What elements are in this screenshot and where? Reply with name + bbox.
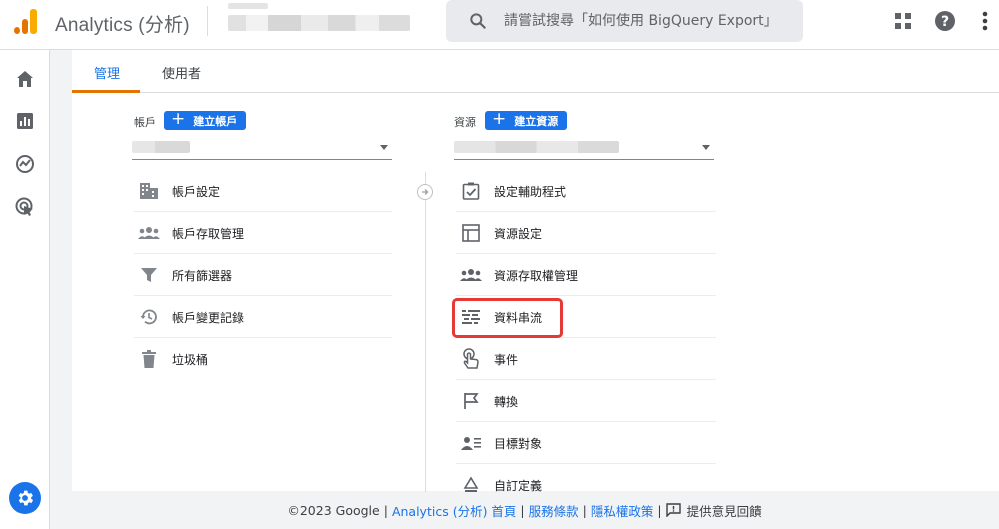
search-bar[interactable]: [446, 0, 803, 42]
property-name-redacted: [454, 141, 619, 153]
menu-item-label: 帳戶變更記錄: [172, 311, 245, 325]
feedback-button[interactable]: 提供意見回饋: [665, 501, 762, 520]
trash-icon: [138, 348, 160, 370]
people-icon: [138, 222, 160, 244]
feedback-label: 提供意見回饋: [686, 503, 762, 519]
filter-icon: [138, 264, 160, 286]
menu-item-label: 設定輔助程式: [494, 185, 567, 199]
feedback-icon: [665, 503, 681, 517]
explore-icon[interactable]: [14, 153, 36, 175]
search-icon: [470, 13, 486, 29]
menu-item-setup-assistant[interactable]: 設定輔助程式: [456, 170, 716, 212]
footer: ©2023 Google | Analytics (分析) 首頁 | 服務條款 …: [287, 501, 762, 520]
plus-icon: +: [171, 109, 186, 129]
menu-item-account-settings[interactable]: 帳戶設定: [134, 170, 392, 212]
admin-gear-button[interactable]: [9, 482, 41, 514]
help-icon[interactable]: ?: [934, 10, 956, 32]
menu-item-label: 目標對象: [494, 437, 543, 451]
checklist-icon: [460, 180, 482, 202]
plus-icon: +: [492, 109, 507, 129]
tab-admin[interactable]: 管理: [94, 63, 120, 82]
menu-item-label: 所有篩選器: [172, 269, 233, 283]
create-property-label: 建立資源: [514, 114, 559, 128]
more-vert-icon[interactable]: [974, 10, 996, 32]
property-picker-redacted[interactable]: [228, 15, 410, 31]
account-column-label: 帳戶: [134, 116, 156, 129]
gear-icon: [18, 490, 34, 506]
menu-item-conversions[interactable]: 轉換: [456, 380, 716, 422]
left-nav-rail: [0, 50, 50, 529]
reports-icon[interactable]: [14, 110, 36, 132]
menu-item-account-change-history[interactable]: 帳戶變更記錄: [134, 296, 392, 338]
menu-item-events[interactable]: 事件: [456, 338, 716, 380]
top-app-bar: Analytics (分析) ?: [0, 0, 999, 50]
account-select[interactable]: [132, 136, 392, 160]
menu-item-label: 帳戶設定: [172, 185, 221, 199]
app-title: Analytics (分析): [55, 15, 190, 36]
menu-item-property-access[interactable]: 資源存取權管理: [456, 254, 716, 296]
column-divider: [425, 172, 426, 492]
menu-item-label: 事件: [494, 353, 519, 367]
menu-item-label: 資源存取權管理: [494, 269, 579, 283]
touch-icon: [460, 348, 482, 370]
menu-item-all-filters[interactable]: 所有篩選器: [134, 254, 392, 296]
active-tab-indicator: [72, 90, 140, 93]
property-menu: 設定輔助程式 資源設定 資源存取權管理 資料串流 事件 轉換 目標對象 自訂定義: [456, 170, 716, 506]
tab-users[interactable]: 使用者: [162, 63, 201, 82]
privacy-link[interactable]: 隱私權政策: [591, 501, 654, 520]
property-select[interactable]: [454, 136, 714, 160]
dropdown-arrow-icon: [380, 145, 388, 150]
create-property-button[interactable]: + 建立資源: [485, 109, 568, 130]
flag-icon: [460, 390, 482, 412]
apps-grid-icon[interactable]: [892, 10, 914, 32]
layout-icon: [460, 222, 482, 244]
copyright-text: ©2023 Google: [287, 502, 380, 518]
property-column-label: 資源: [454, 116, 476, 129]
building-icon: [138, 180, 160, 202]
menu-item-label: 資源設定: [494, 227, 543, 241]
account-name-redacted: [228, 3, 268, 9]
svg-text:?: ?: [941, 14, 949, 30]
home-icon[interactable]: [14, 68, 36, 90]
people-icon: [460, 264, 482, 286]
advertising-icon[interactable]: [14, 196, 36, 218]
audience-icon: [460, 432, 482, 454]
account-name-redacted: [132, 141, 190, 153]
admin-tabs: 管理 使用者: [72, 50, 999, 93]
menu-item-label: 資料串流: [494, 311, 543, 325]
menu-item-data-streams[interactable]: 資料串流: [456, 296, 716, 338]
arrow-right-icon: [417, 184, 433, 200]
menu-item-label: 轉換: [494, 395, 519, 409]
header-divider: [207, 6, 208, 36]
dropdown-arrow-icon: [702, 145, 710, 150]
analytics-logo[interactable]: [14, 8, 38, 34]
menu-item-account-access[interactable]: 帳戶存取管理: [134, 212, 392, 254]
create-account-button[interactable]: + 建立帳戶: [164, 109, 247, 130]
menu-item-trash[interactable]: 垃圾桶: [134, 338, 392, 380]
admin-main-panel: 管理 使用者 帳戶 + 建立帳戶 帳戶設定 帳戶存取管理 所有篩選器 帳戶變更記…: [72, 50, 999, 493]
menu-item-label: 垃圾桶: [172, 353, 209, 367]
analytics-home-link[interactable]: Analytics (分析) 首頁: [392, 501, 516, 520]
create-account-label: 建立帳戶: [193, 114, 238, 128]
menu-item-label: 帳戶存取管理: [172, 227, 245, 241]
account-menu: 帳戶設定 帳戶存取管理 所有篩選器 帳戶變更記錄 垃圾桶: [134, 170, 392, 380]
search-input[interactable]: [504, 9, 794, 33]
terms-link[interactable]: 服務條款: [529, 501, 579, 520]
menu-item-property-settings[interactable]: 資源設定: [456, 212, 716, 254]
streams-icon: [460, 306, 482, 328]
history-icon: [138, 306, 160, 328]
menu-item-audiences[interactable]: 目標對象: [456, 422, 716, 464]
